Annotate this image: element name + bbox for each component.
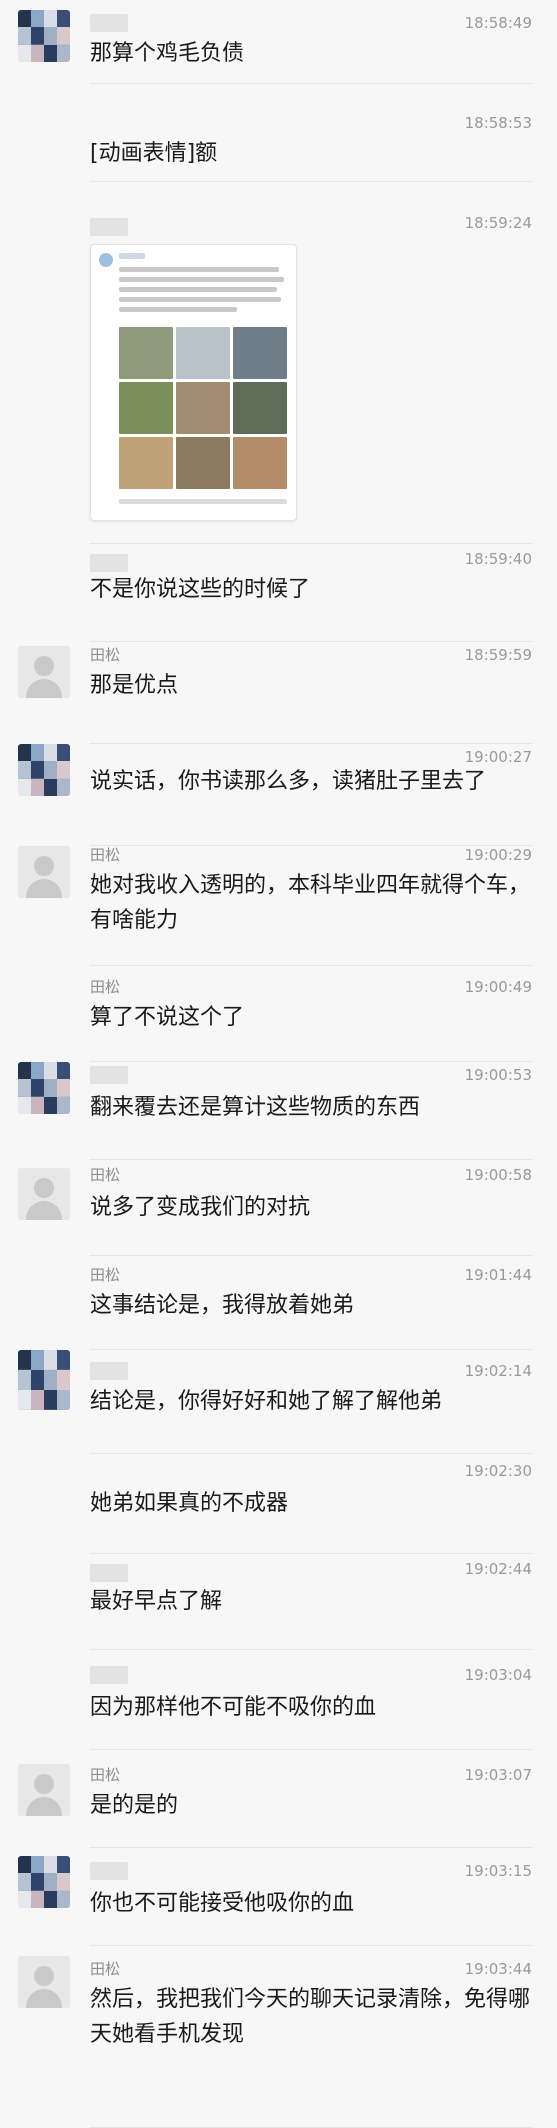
shared-moment-card[interactable] (90, 244, 297, 521)
card-text-line (119, 307, 237, 312)
message-item: 18:59:24 (0, 182, 557, 544)
avatar-pixelated-icon[interactable] (18, 744, 70, 796)
sender-name: 田松 (90, 846, 121, 864)
sender-name (90, 1666, 128, 1684)
message-text[interactable]: [动画表情]额 (90, 136, 535, 171)
photo-thumbnail (119, 437, 173, 489)
sender-name: 田松 (90, 978, 121, 996)
card-text-line (119, 277, 284, 282)
message-text[interactable]: 你也不可能接受他吸你的血 (90, 1886, 535, 1921)
message-item: 19:02:44 最好早点了解 (0, 1554, 557, 1650)
card-photo-grid (119, 327, 287, 489)
message-text[interactable]: 不是你说这些的时候了 (90, 572, 535, 607)
message-time: 19:00:58 (464, 1166, 532, 1184)
sender-name: 田松 (90, 646, 121, 664)
avatar-pixelated-icon[interactable] (18, 1062, 70, 1114)
message-text[interactable]: 说实话，你书读那么多，读猪肚子里去了 (90, 764, 535, 799)
sender-name (90, 1862, 128, 1880)
message-time: 18:59:24 (464, 214, 532, 232)
message-text[interactable]: 那是优点 (90, 668, 535, 703)
message-item: 18:58:53 [动画表情]额 (0, 84, 557, 182)
message-time: 19:00:29 (464, 846, 532, 864)
avatar-pixelated-icon[interactable] (18, 10, 70, 62)
message-item: 19:02:30 她弟如果真的不成器 (0, 1454, 557, 1554)
chat-history: 18:58:49 那算个鸡毛负债 18:58:53 [动画表情]额 18:59:… (0, 0, 557, 2128)
sender-name (90, 1362, 128, 1380)
message-time: 19:01:44 (464, 1266, 532, 1284)
photo-thumbnail (176, 327, 230, 379)
message-text[interactable]: 算了不说这个了 (90, 1000, 535, 1035)
message-time: 19:03:44 (464, 1960, 532, 1978)
message-time: 18:58:53 (464, 114, 532, 132)
message-item: 19:00:53 翻来覆去还是算计这些物质的东西 (0, 1062, 557, 1160)
message-text[interactable]: 因为那样他不可能不吸你的血 (90, 1690, 535, 1725)
message-item: 田松 19:03:44 然后，我把我们今天的聊天记录清除，免得哪天她看手机发现 (0, 1946, 557, 2128)
message-time: 19:00:53 (464, 1066, 532, 1084)
photo-thumbnail (176, 382, 230, 434)
photo-thumbnail (233, 327, 287, 379)
sender-name: 田松 (90, 1266, 121, 1284)
message-item: 田松 19:00:49 算了不说这个了 (0, 966, 557, 1062)
message-text[interactable]: 是的是的 (90, 1788, 535, 1823)
photo-thumbnail (176, 437, 230, 489)
message-time: 19:02:30 (464, 1462, 532, 1480)
message-item: 18:58:49 那算个鸡毛负债 (0, 0, 557, 84)
avatar-pixelated-icon[interactable] (18, 1856, 70, 1908)
sender-name (90, 1564, 128, 1582)
card-text-line (119, 297, 281, 302)
message-item: 田松 19:01:44 这事结论是，我得放着她弟 (0, 1256, 557, 1350)
avatar-default-icon[interactable] (18, 1764, 70, 1816)
card-footer-line (119, 499, 287, 504)
message-text[interactable]: 翻来覆去还是算计这些物质的东西 (90, 1090, 535, 1125)
message-item: 田松 19:03:07 是的是的 (0, 1750, 557, 1848)
avatar-pixelated-icon[interactable] (18, 1350, 70, 1410)
message-item: 田松 18:59:59 那是优点 (0, 642, 557, 744)
sender-name (90, 218, 128, 236)
sender-name: 田松 (90, 1960, 121, 1978)
message-text[interactable]: 这事结论是，我得放着她弟 (90, 1288, 535, 1323)
message-time: 19:00:49 (464, 978, 532, 996)
message-text[interactable]: 那算个鸡毛负债 (90, 36, 535, 71)
photo-thumbnail (119, 327, 173, 379)
sender-name (90, 554, 128, 572)
sender-name (90, 1066, 128, 1084)
message-time: 18:58:49 (464, 14, 532, 32)
message-text[interactable]: 然后，我把我们今天的聊天记录清除，免得哪天她看手机发现 (90, 1982, 535, 2052)
message-text[interactable]: 说多了变成我们的对抗 (90, 1190, 535, 1225)
photo-thumbnail (233, 437, 287, 489)
sender-name: 田松 (90, 1766, 121, 1784)
message-item: 18:59:40 不是你说这些的时候了 (0, 544, 557, 642)
message-time: 19:03:15 (464, 1862, 532, 1880)
message-item: 田松 19:00:29 她对我收入透明的，本科毕业四年就得个车，有啥能力 (0, 846, 557, 966)
message-item: 19:02:14 结论是，你得好好和她了解了解他弟 (0, 1350, 557, 1454)
message-time: 19:02:14 (464, 1362, 532, 1380)
photo-thumbnail (119, 382, 173, 434)
message-item: 19:00:27 说实话，你书读那么多，读猪肚子里去了 (0, 744, 557, 846)
message-item: 19:03:04 因为那样他不可能不吸你的血 (0, 1650, 557, 1750)
message-time: 19:03:07 (464, 1766, 532, 1784)
message-text[interactable]: 最好早点了解 (90, 1584, 535, 1619)
message-text[interactable]: 结论是，你得好好和她了解了解他弟 (90, 1384, 535, 1419)
card-avatar-icon (99, 253, 113, 267)
message-time: 19:02:44 (464, 1560, 532, 1578)
message-time: 18:59:59 (464, 646, 532, 664)
message-item: 田松 19:00:58 说多了变成我们的对抗 (0, 1160, 557, 1256)
avatar-default-icon[interactable] (18, 1168, 70, 1220)
avatar-default-icon[interactable] (18, 646, 70, 698)
avatar-default-icon[interactable] (18, 846, 70, 898)
card-author-line (119, 253, 145, 259)
message-text[interactable]: 她对我收入透明的，本科毕业四年就得个车，有啥能力 (90, 868, 535, 938)
card-text-line (119, 287, 277, 292)
message-text[interactable]: 她弟如果真的不成器 (90, 1486, 535, 1521)
photo-thumbnail (233, 382, 287, 434)
message-time: 18:59:40 (464, 550, 532, 568)
sender-name: 田松 (90, 1166, 121, 1184)
message-time: 19:03:04 (464, 1666, 532, 1684)
card-text-line (119, 267, 279, 272)
sender-name (90, 14, 128, 32)
avatar-default-icon[interactable] (18, 1956, 70, 2008)
message-item: 19:03:15 你也不可能接受他吸你的血 (0, 1848, 557, 1946)
